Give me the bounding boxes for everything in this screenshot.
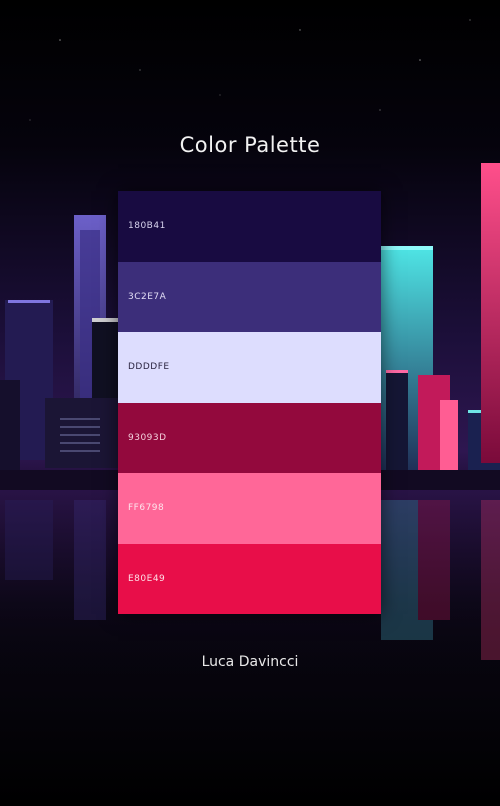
page-title: Color Palette (179, 133, 321, 157)
swatch-hex-label: 3C2E7A (128, 291, 167, 302)
swatch-5: FF6798 (118, 473, 381, 544)
swatch-hex-label: FF6798 (128, 503, 165, 514)
swatch-hex-label: DDDDFE (128, 362, 170, 373)
swatch-4: 93093D (118, 402, 381, 473)
author-credit: Luca Davincci (201, 654, 299, 670)
swatch-hex-label: 180B41 (128, 221, 166, 232)
swatch-3: DDDDFE (118, 332, 381, 403)
swatch-hex-label: 93093D (128, 432, 167, 443)
swatch-6: E80E49 (118, 543, 381, 614)
swatch-1: 180B41 (118, 191, 381, 262)
swatch-2: 3C2E7A (118, 261, 381, 332)
color-palette: 180B41 3C2E7A DDDDFE 93093D FF6798 E80E4… (118, 191, 381, 614)
swatch-hex-label: E80E49 (128, 573, 166, 584)
